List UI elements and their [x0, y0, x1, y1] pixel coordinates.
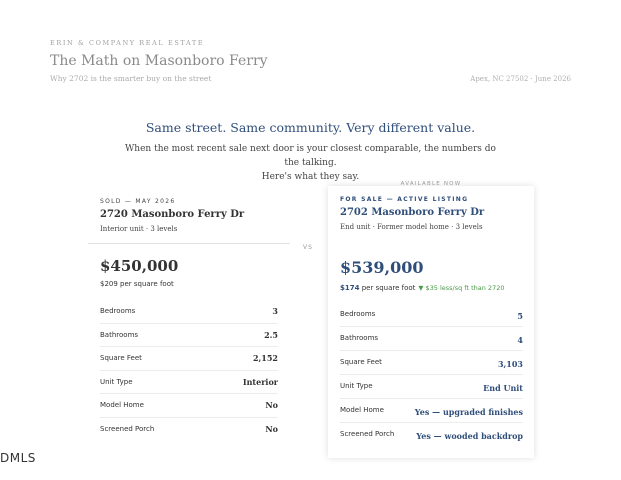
spec-value: 2.5 — [264, 329, 278, 340]
spec-row: Square Feet 3,103 — [340, 351, 523, 375]
spec-row: Bathrooms 4 — [340, 327, 523, 351]
sold-status: SOLD — MAY 2026 — [100, 198, 176, 205]
spec-label: Square Feet — [100, 354, 142, 362]
listing-address: 2702 Masonboro Ferry Dr — [340, 207, 485, 218]
page-subtitle: Why 2702 is the smarter buy on the stree… — [50, 74, 212, 83]
availability-flag: AVAILABLE NOW — [400, 181, 462, 187]
listing-price-per-sqft: $174 per square foot ▼ $35 less/sq ft tha… — [340, 284, 504, 292]
brand-name: ERIN & COMPANY REAL ESTATE — [50, 39, 205, 47]
spec-label: Model Home — [100, 401, 144, 409]
spec-value: No — [265, 423, 278, 434]
spec-row: Unit Type Interior — [100, 371, 278, 394]
spec-value: 2,152 — [252, 353, 278, 363]
spec-value: 4 — [517, 335, 523, 345]
spec-label: Unit Type — [100, 377, 133, 386]
spec-value: 3,103 — [497, 359, 523, 369]
spec-row: Bedrooms 5 — [340, 303, 523, 327]
headline: Same street. Same community. Very differ… — [145, 120, 476, 135]
spec-value: No — [265, 400, 278, 410]
active-listing-card: AVAILABLE NOW FOR SALE — ACTIVE LISTING … — [328, 181, 534, 458]
spec-value: Yes — wooded backdrop — [416, 431, 523, 441]
intro-text: When the most recent sale next door is y… — [120, 142, 501, 184]
spec-value: Yes — upgraded finishes — [414, 407, 523, 417]
sold-price: $450,000 — [100, 257, 179, 275]
spec-label: Bedrooms — [340, 310, 376, 318]
spec-label: Unit Type — [340, 382, 373, 390]
spec-label: Bathrooms — [100, 330, 139, 339]
divider — [88, 243, 290, 244]
spec-row: Bedrooms 3 — [100, 300, 278, 324]
spec-label: Bathrooms — [340, 334, 379, 342]
spec-value: End Unit — [483, 383, 523, 393]
mls-logo: DMLS — [0, 451, 36, 465]
spec-label: Square Feet — [340, 358, 382, 366]
page-title: The Math on Masonboro Ferry — [50, 53, 268, 69]
sold-price-per-sqft: $209 per square foot — [100, 280, 174, 288]
spec-row: Square Feet 2,152 — [100, 347, 278, 371]
spec-label: Screened Porch — [340, 430, 395, 438]
listing-spec-list: Bedrooms 5 Bathrooms 4 Square Feet 3,103 Un… — [340, 303, 523, 446]
location-date: Apex, NC 27502 · June 2026 — [470, 75, 571, 83]
listing-price: $539,000 — [340, 258, 424, 277]
intro-line-1: When the most recent sale next door is y… — [125, 144, 496, 168]
ppsf-savings: ▼ $35 less/sq ft than 2720 — [418, 284, 505, 292]
spec-row: Model Home Yes — upgraded finishes — [340, 399, 523, 423]
spec-value: 5 — [517, 311, 523, 321]
spec-value: 3 — [272, 306, 278, 316]
spec-row: Screened Porch Yes — wooded backdrop — [340, 423, 523, 446]
sold-address: 2720 Masonboro Ferry Dr — [100, 209, 245, 220]
ppsf-amount: $174 — [340, 284, 360, 292]
listing-status: FOR SALE — ACTIVE LISTING — [340, 196, 469, 203]
spec-row: Screened Porch No — [100, 418, 278, 441]
listing-meta: End unit · Former model home · 3 levels — [340, 223, 483, 231]
spec-row: Model Home No — [100, 394, 278, 418]
spec-label: Model Home — [340, 406, 384, 414]
spec-value: Interior — [242, 376, 278, 387]
sold-comparable-card: SOLD — MAY 2026 2720 Masonboro Ferry Dr … — [88, 194, 290, 444]
spec-label: Bedrooms — [100, 307, 136, 315]
spec-row: Unit Type End Unit — [340, 375, 523, 399]
vs-label: VS — [303, 244, 313, 251]
sold-meta: Interior unit · 3 levels — [100, 225, 178, 233]
spec-label: Screened Porch — [100, 424, 155, 433]
ppsf-suffix: per square foot — [359, 284, 416, 292]
spec-row: Bathrooms 2.5 — [100, 324, 278, 347]
sold-spec-list: Bedrooms 3 Bathrooms 2.5 Square Feet 2,152 … — [100, 300, 278, 440]
